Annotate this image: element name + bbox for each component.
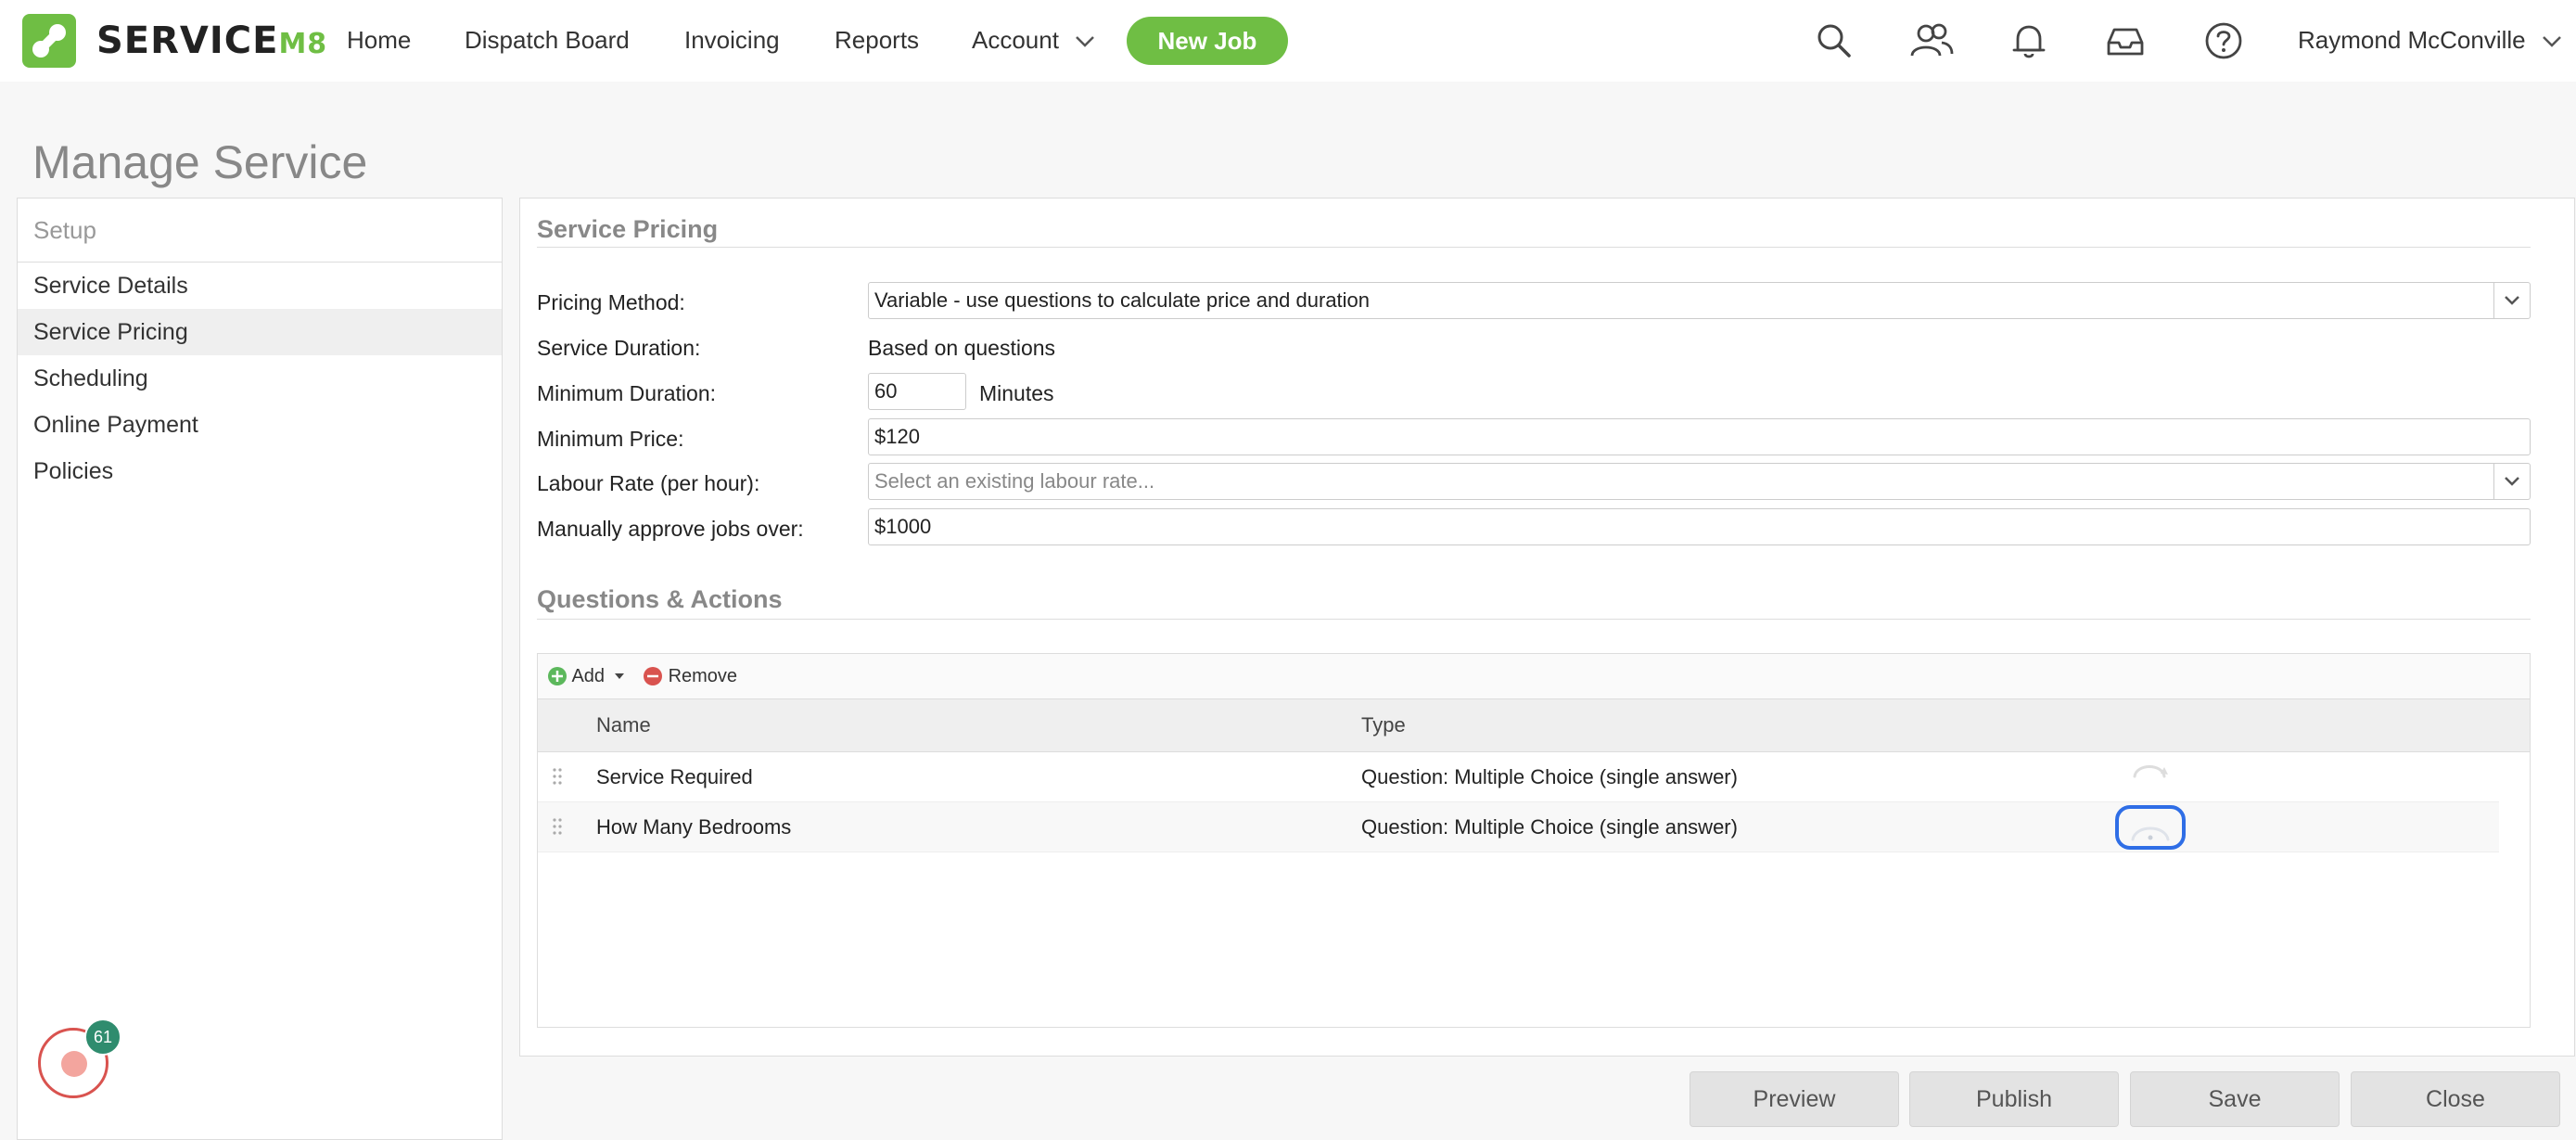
min-price-label: Minimum Price:	[537, 427, 684, 451]
nav-home[interactable]: Home	[347, 24, 411, 56]
page-title: Manage Service	[32, 136, 368, 188]
chevron-down-icon	[1076, 36, 1095, 47]
section-title-questions: Questions & Actions	[537, 585, 783, 613]
remove-label: Remove	[668, 666, 738, 686]
save-button[interactable]: Save	[2130, 1071, 2340, 1127]
add-question-button[interactable]: Add	[547, 663, 625, 689]
help-chat-dot	[61, 1051, 87, 1077]
drag-handle-icon[interactable]	[553, 767, 562, 786]
help-icon[interactable]	[2203, 20, 2244, 61]
nav-invoicing[interactable]: Invoicing	[684, 24, 780, 56]
servicem8-logo-icon[interactable]	[22, 14, 76, 68]
pricing-method-value: Variable - use questions to calculate pr…	[874, 288, 1371, 312]
min-price-input[interactable]: $120	[868, 418, 2531, 455]
approve-jobs-input[interactable]: $1000	[868, 508, 2531, 545]
section-title-pricing: Service Pricing	[537, 215, 719, 243]
caret-down-icon	[614, 673, 624, 679]
approve-jobs-label: Manually approve jobs over:	[537, 517, 804, 541]
grid-header: Name Type	[538, 699, 2530, 752]
new-job-button[interactable]: New Job	[1127, 17, 1288, 65]
close-button[interactable]: Close	[2351, 1071, 2560, 1127]
notification-badge: 61	[84, 1018, 121, 1056]
table-row[interactable]: Service Required Question: Multiple Choi…	[538, 752, 2499, 802]
drag-handle-icon[interactable]	[553, 817, 562, 836]
remove-circle-icon	[644, 667, 662, 685]
remove-question-button[interactable]: Remove	[643, 663, 737, 689]
chevron-down-icon	[2543, 36, 2561, 47]
column-header-type[interactable]: Type	[1361, 699, 1406, 751]
min-duration-unit: Minutes	[979, 381, 1054, 405]
inbox-icon[interactable]	[2105, 20, 2146, 61]
question-type: Question: Multiple Choice (single answer…	[1361, 815, 1738, 839]
search-icon[interactable]	[1814, 20, 1855, 61]
nav-account-label: Account	[972, 26, 1059, 54]
section-divider	[537, 247, 2531, 248]
top-navbar: SERVICEM8 Home Dispatch Board Invoicing …	[0, 0, 2576, 82]
user-name: Raymond McConville	[2298, 26, 2526, 54]
table-row[interactable]: How Many Bedrooms Question: Multiple Cho…	[538, 802, 2499, 852]
section-divider	[537, 619, 2531, 620]
nav-dispatch-board[interactable]: Dispatch Board	[465, 24, 630, 56]
labour-rate-label: Labour Rate (per hour):	[537, 471, 760, 495]
bell-icon[interactable]	[2009, 20, 2049, 61]
nav-reports[interactable]: Reports	[835, 24, 919, 56]
sidebar-item-online-payment[interactable]: Online Payment	[18, 402, 502, 448]
service-duration-label: Service Duration:	[537, 336, 701, 360]
labour-rate-placeholder: Select an existing labour rate...	[874, 469, 1155, 493]
labour-rate-select[interactable]: Select an existing labour rate...	[868, 463, 2531, 500]
focus-ring-icon[interactable]	[2114, 804, 2187, 851]
question-name: How Many Bedrooms	[596, 815, 792, 839]
loading-spinner-icon	[2133, 765, 2168, 778]
chevron-down-icon	[2493, 464, 2530, 499]
brand-name: SERVICE	[96, 19, 279, 62]
setup-sidebar: Setup Service Details Service Pricing Sc…	[17, 198, 503, 1140]
brand-suffix: M8	[278, 28, 328, 60]
column-header-name[interactable]: Name	[596, 699, 651, 751]
service-duration-value: Based on questions	[868, 336, 1056, 360]
user-menu[interactable]: Raymond McConville	[2298, 24, 2562, 56]
sidebar-header: Setup	[18, 199, 502, 263]
grid-toolbar: Add Remove	[538, 654, 2530, 699]
people-icon[interactable]	[1908, 20, 1955, 61]
publish-button[interactable]: Publish	[1909, 1071, 2119, 1127]
sidebar-item-policies[interactable]: Policies	[18, 448, 502, 494]
min-duration-input[interactable]: 60	[868, 373, 966, 410]
question-name: Service Required	[596, 765, 753, 788]
add-label: Add	[571, 666, 606, 686]
sidebar-item-service-pricing[interactable]: Service Pricing	[18, 309, 502, 355]
preview-button[interactable]: Preview	[1690, 1071, 1899, 1127]
service-pricing-panel: Service Pricing Pricing Method: Variable…	[519, 198, 2575, 1057]
questions-grid: Add Remove Name Type Service Required Qu…	[537, 653, 2531, 1028]
sidebar-item-scheduling[interactable]: Scheduling	[18, 355, 502, 402]
pricing-method-label: Pricing Method:	[537, 290, 685, 314]
min-duration-label: Minimum Duration:	[537, 381, 716, 405]
question-type: Question: Multiple Choice (single answer…	[1361, 765, 1738, 788]
brand-wordmark: SERVICEM8	[96, 22, 327, 63]
nav-account[interactable]: Account	[972, 24, 1095, 56]
add-circle-icon	[548, 667, 567, 685]
pricing-method-select[interactable]: Variable - use questions to calculate pr…	[868, 282, 2531, 319]
sidebar-item-service-details[interactable]: Service Details	[18, 263, 502, 309]
chevron-down-icon	[2493, 283, 2530, 318]
